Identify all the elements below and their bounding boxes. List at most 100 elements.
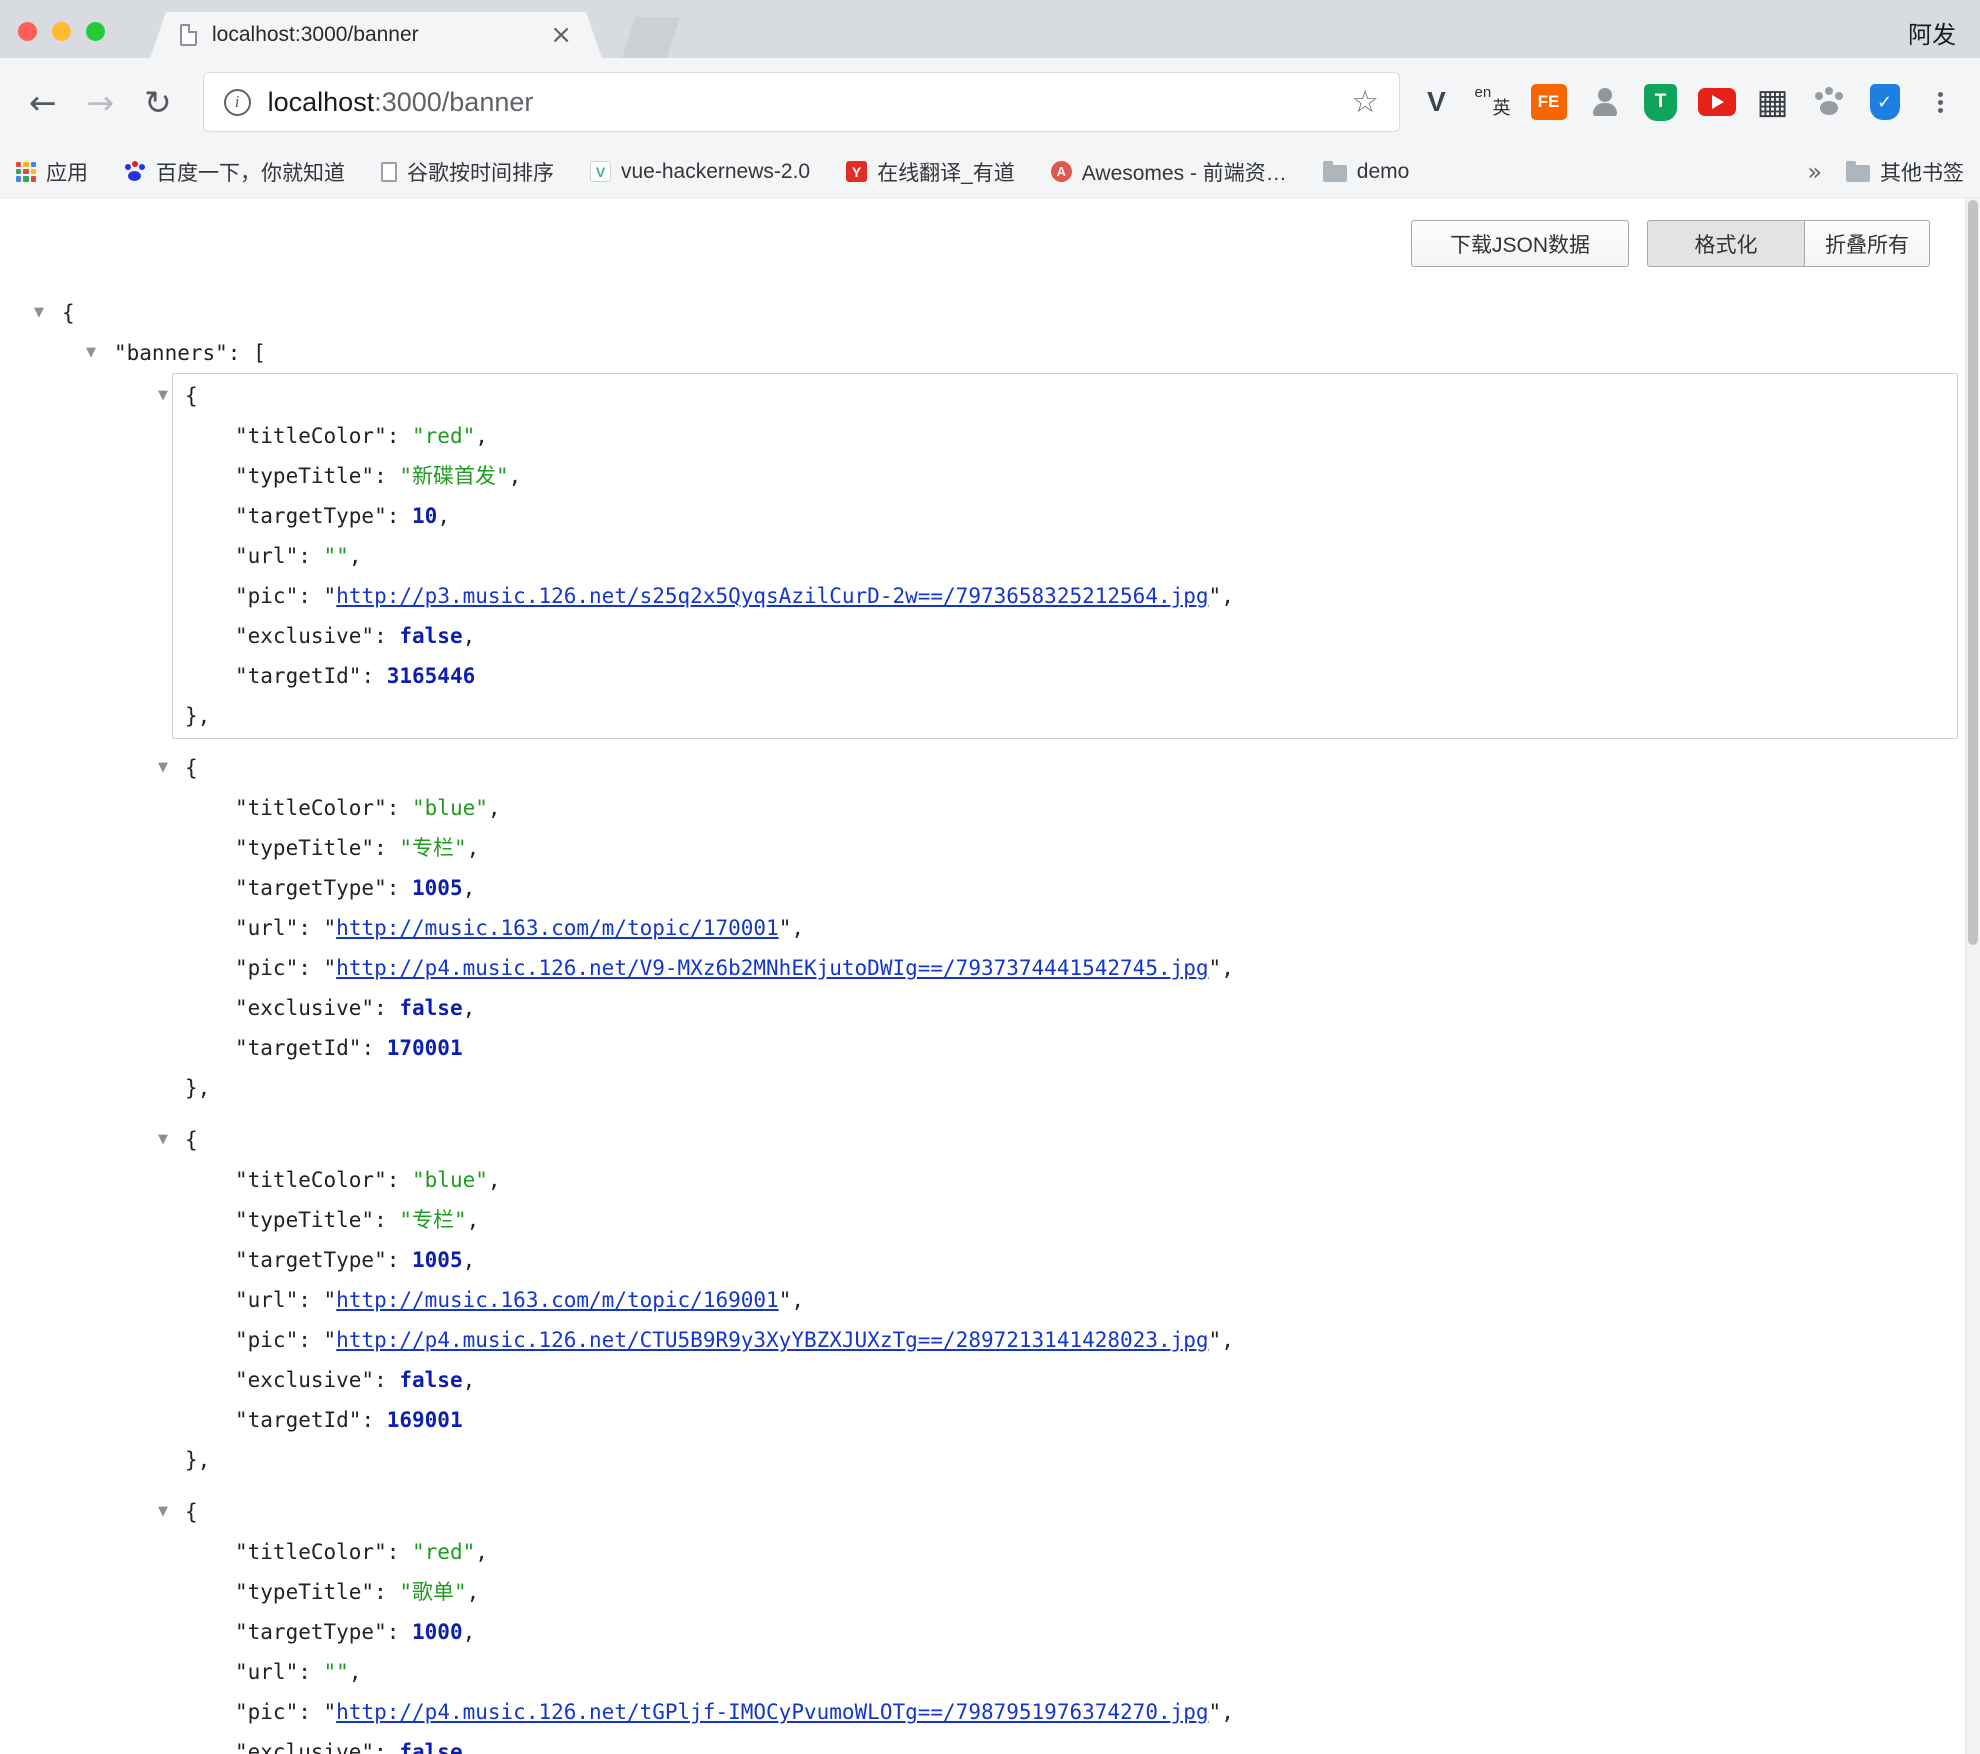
collapse-triangle-icon[interactable]: ▼: [158, 1492, 168, 1532]
json-link-value[interactable]: http://p4.music.126.net/V9-MXz6b2MNhEKju…: [336, 956, 1208, 980]
object-open-line: ▼{: [185, 1492, 1945, 1532]
format-toggle-group: 格式化 折叠所有: [1647, 220, 1930, 267]
vue-icon: V: [590, 161, 611, 182]
banner-object: ▼{"titleColor": "red","typeTitle": "歌单",…: [172, 1489, 1958, 1754]
object-fields: "titleColor": "red","typeTitle": "新碟首发",…: [235, 416, 1945, 696]
youtube-extension-icon[interactable]: [1695, 81, 1738, 124]
vertical-scrollbar[interactable]: [1965, 198, 1980, 1754]
bookmark-apps[interactable]: 应用: [16, 157, 88, 187]
json-field-line: "titleColor": "red",: [235, 1532, 1945, 1572]
bookmark-vue-hackernews[interactable]: V vue-hackernews-2.0: [590, 160, 810, 184]
baidu-paw-icon: [124, 161, 146, 183]
format-button[interactable]: 格式化: [1647, 220, 1805, 267]
bookmark-baidu[interactable]: 百度一下，你就知道: [124, 157, 345, 187]
json-key: "banners": [114, 341, 228, 365]
close-brace: },: [185, 704, 210, 728]
forward-icon[interactable]: →: [76, 77, 126, 127]
json-key: "titleColor": [235, 796, 387, 820]
json-number-value: 3165446: [387, 664, 476, 688]
collapse-triangle-icon[interactable]: ▼: [158, 748, 168, 788]
bookmark-demo-folder[interactable]: demo: [1323, 160, 1410, 184]
json-number-value: 1000: [412, 1620, 463, 1644]
back-icon[interactable]: ←: [18, 77, 68, 127]
qrcode-extension-icon[interactable]: ▦: [1751, 81, 1794, 124]
json-field-line: "targetType": 1000,: [235, 1612, 1945, 1652]
json-field-line: "typeTitle": "歌单",: [235, 1572, 1945, 1612]
open-brace: {: [185, 756, 198, 780]
json-link-value[interactable]: http://music.163.com/m/topic/169001: [336, 1288, 779, 1312]
bookmark-google-sort[interactable]: 谷歌按时间排序: [381, 157, 554, 187]
object-close-line: },: [185, 1440, 1945, 1480]
collapse-triangle-icon[interactable]: ▼: [86, 333, 96, 373]
reload-icon[interactable]: ↻: [133, 77, 183, 127]
collapse-all-button[interactable]: 折叠所有: [1805, 220, 1930, 267]
url-host: localhost: [268, 87, 375, 117]
json-string-value: "blue": [412, 796, 488, 820]
json-link-value[interactable]: http://p4.music.126.net/tGPljf-IMOCyPvum…: [336, 1700, 1208, 1724]
json-key: "targetType": [235, 1248, 387, 1272]
fullscreen-window-button[interactable]: [86, 22, 105, 41]
bookmark-youdao[interactable]: Y 在线翻译_有道: [846, 157, 1015, 187]
fe-extension-icon[interactable]: FE: [1527, 81, 1570, 124]
json-string-value: "": [324, 544, 349, 568]
folder-icon: [1323, 165, 1347, 182]
youdao-icon: Y: [846, 161, 867, 182]
bookmark-star-icon[interactable]: ☆: [1351, 84, 1379, 120]
download-json-button[interactable]: 下载JSON数据: [1411, 220, 1629, 267]
collapse-triangle-icon[interactable]: ▼: [158, 376, 168, 416]
object-fields: "titleColor": "red","typeTitle": "歌单","t…: [235, 1532, 1945, 1754]
json-key: "exclusive": [235, 1740, 374, 1754]
json-field-line: "typeTitle": "专栏",: [235, 1200, 1945, 1240]
chrome-menu-icon[interactable]: [1919, 81, 1962, 124]
json-field-line: "exclusive": false,: [235, 1732, 1945, 1754]
json-field-line: "typeTitle": "专栏",: [235, 828, 1945, 868]
json-field-line: "exclusive": false,: [235, 616, 1945, 656]
bookmark-awesomes[interactable]: A Awesomes - 前端资…: [1051, 157, 1287, 187]
close-window-button[interactable]: [18, 22, 37, 41]
json-key: "url": [235, 916, 298, 940]
address-bar[interactable]: i localhost:3000/banner ☆: [203, 72, 1400, 132]
json-number-value: 10: [412, 504, 437, 528]
new-tab-button[interactable]: [622, 17, 680, 58]
json-key: "typeTitle": [235, 464, 374, 488]
green-shield-extension-icon[interactable]: T: [1639, 81, 1682, 124]
json-field-line: "targetType": 1005,: [235, 868, 1945, 908]
json-key: "exclusive": [235, 996, 374, 1020]
json-link-value[interactable]: http://p4.music.126.net/CTU5B9R9y3XyYBZX…: [336, 1328, 1208, 1352]
url-path: :3000/banner: [374, 87, 533, 117]
json-key: "url": [235, 1660, 298, 1684]
json-string-value: "": [324, 1660, 349, 1684]
open-brace: {: [185, 1128, 198, 1152]
profile-name[interactable]: 阿发: [1908, 15, 1956, 50]
open-brace: {: [185, 384, 198, 408]
paw-extension-icon[interactable]: [1807, 81, 1850, 124]
url-text[interactable]: localhost:3000/banner: [268, 87, 1352, 118]
json-string-value: "专栏": [399, 1208, 466, 1232]
json-link-value[interactable]: http://music.163.com/m/topic/170001: [336, 916, 779, 940]
bookmarks-bar: 应用 百度一下，你就知道 谷歌按时间排序 V vue-hackernews-2.…: [0, 146, 1980, 198]
tab-close-icon[interactable]: ×: [550, 20, 572, 50]
bookmark-label: 在线翻译_有道: [877, 157, 1015, 187]
other-bookmarks[interactable]: 其他书签: [1846, 157, 1964, 187]
json-link-value[interactable]: http://p3.music.126.net/s25q2x5QyqsAzilC…: [336, 584, 1208, 608]
object-close-line: },: [185, 696, 1945, 736]
octotree-extension-icon[interactable]: [1583, 81, 1626, 124]
vimium-extension-icon[interactable]: V: [1415, 81, 1458, 124]
translate-extension-icon[interactable]: en英: [1471, 81, 1514, 124]
json-key: "titleColor": [235, 424, 387, 448]
scrollbar-thumb[interactable]: [1968, 200, 1978, 945]
object-close-line: },: [185, 1068, 1945, 1108]
json-key: "pic": [235, 1700, 298, 1724]
collapse-triangle-icon[interactable]: ▼: [34, 293, 44, 333]
json-field-line: "url": "",: [235, 1652, 1945, 1692]
minimize-window-button[interactable]: [52, 22, 71, 41]
browser-tab[interactable]: localhost:3000/banner ×: [150, 12, 602, 58]
json-string-value: "blue": [412, 1168, 488, 1192]
json-string-value: "新碟首发": [399, 464, 508, 488]
bookmarks-overflow-icon[interactable]: »: [1807, 158, 1822, 186]
blue-shield-extension-icon[interactable]: ✓: [1863, 81, 1906, 124]
collapse-triangle-icon[interactable]: ▼: [158, 1120, 168, 1160]
site-info-icon[interactable]: i: [224, 89, 251, 116]
close-brace: },: [185, 1076, 210, 1100]
object-open-line: ▼{: [185, 1120, 1945, 1160]
